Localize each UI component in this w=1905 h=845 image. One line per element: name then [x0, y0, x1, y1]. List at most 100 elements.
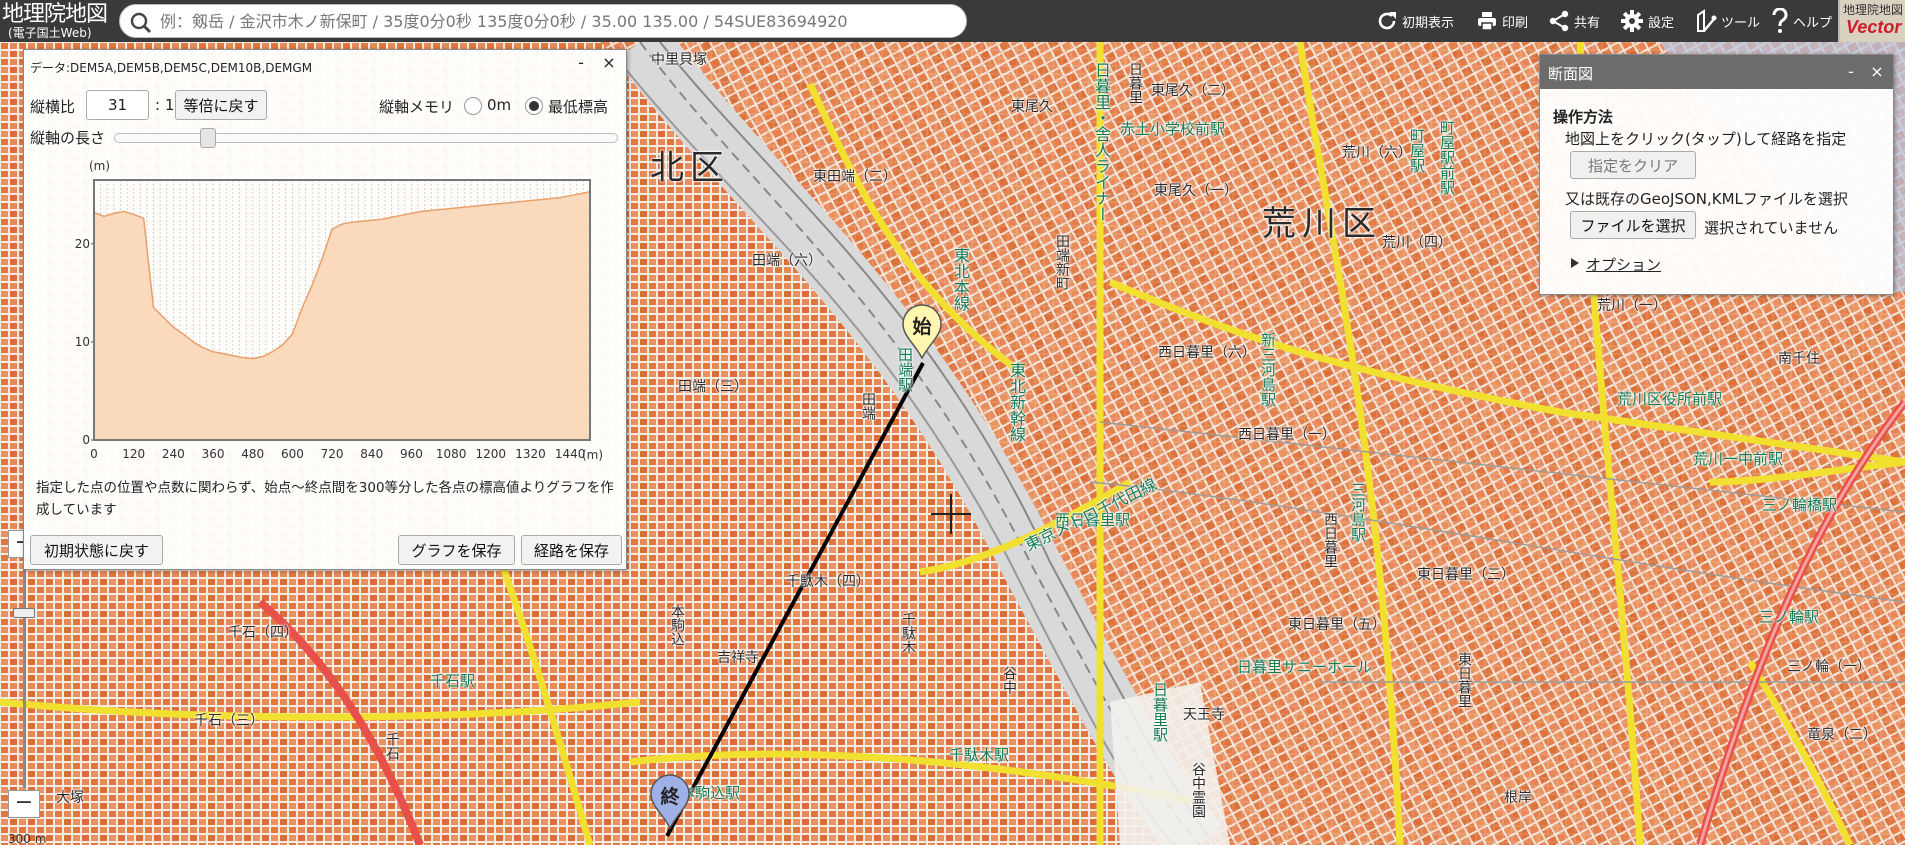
logo[interactable]: 地理院地図 (電子国土Web) [2, 2, 114, 40]
save-graph-button[interactable]: グラフを保存 [398, 535, 515, 565]
vector-badge-top: 地理院地図 [1843, 3, 1904, 17]
x-tick-label: 240 [162, 447, 185, 461]
start-marker[interactable]: 始 [901, 304, 943, 360]
map-label-tabata: 田端 [860, 392, 876, 420]
reset-state-button[interactable]: 初期状態に戻す [30, 535, 163, 565]
map-label-arakawa-4: 荒川（四） [1382, 235, 1452, 251]
x-tick-label: 840 [360, 447, 383, 461]
x-tick-label: 480 [241, 447, 264, 461]
map-label-toneri-liner: 日暮里・舎人ライナー [1092, 62, 1111, 222]
vector-map-link[interactable]: 地理院地図 Vector [1838, 0, 1905, 42]
map-label-machiya-ekimae: 町屋駅前駅 [1438, 120, 1456, 195]
vertical-length-slider[interactable] [114, 133, 618, 143]
x-tick-label: 360 [202, 447, 225, 461]
file-instruction: 又は既存のGeoJSON,KMLファイルを選択 [1565, 190, 1848, 208]
x-tick-label: 1320 [515, 447, 546, 461]
reset-view-button[interactable]: 初期表示 [1376, 7, 1454, 35]
map-label-nippori-station: 日暮里駅 [1151, 682, 1169, 742]
map-label-nakazato-kaizuka: 中里貝塚 [651, 52, 707, 68]
options-link[interactable]: オプション [1586, 254, 1661, 275]
expand-triangle-icon[interactable] [1570, 257, 1580, 269]
zoom-slider-track[interactable] [23, 560, 26, 788]
top-toolbar: 地理院地図 (電子国土Web) 初期表示 印刷 共有 [0, 0, 1905, 42]
map-label-higashioku-1: 東尾久（一） [1154, 183, 1238, 199]
map-label-nishinippori: 西日暮里 [1322, 512, 1338, 568]
map-label-minamisenju: 南千住 [1778, 351, 1820, 367]
map-label-arakawa: 荒川区 [1262, 204, 1382, 244]
map-label-tabata-6: 田端（六） [752, 253, 822, 269]
map-label-sendagi: 千駄木 [900, 612, 916, 654]
map-label-higashinippori-3: 東日暮里（三） [1417, 567, 1515, 583]
zero-base-radio[interactable] [464, 97, 482, 115]
map-label-nishinippori-1: 西日暮里（一） [1238, 427, 1336, 443]
chart-area [93, 191, 591, 440]
x-tick-label: 960 [400, 447, 423, 461]
min-elevation-label: 最低標高 [548, 98, 609, 116]
aspect-ratio-input[interactable] [86, 90, 149, 120]
cross-section-close-button[interactable]: × [1868, 63, 1886, 81]
map-label-honkomagome: 本駒込 [669, 604, 685, 646]
map-label-mikawashima-station: 三河島駅 [1349, 482, 1367, 542]
profile-close-button[interactable]: × [600, 54, 618, 72]
map-label-yanaka-cemetery: 谷中霊園 [1190, 762, 1206, 818]
map-label-higashioku-2: 東尾久（二） [1151, 83, 1235, 99]
vertical-scale-label: 縦軸メモリ [379, 98, 455, 116]
min-elevation-radio[interactable] [525, 97, 543, 115]
zoom-out-button[interactable]: − [8, 790, 40, 818]
reset-view-label: 初期表示 [1402, 15, 1455, 31]
share-label: 共有 [1574, 15, 1601, 31]
elevation-area [94, 191, 590, 440]
choose-file-button[interactable]: ファイルを選択 [1570, 211, 1696, 239]
share-button[interactable]: 共有 [1548, 7, 1600, 35]
end-marker[interactable]: 終 [649, 774, 691, 830]
vertical-length-thumb[interactable] [200, 128, 216, 148]
help-button[interactable]: ヘルプ [1771, 7, 1832, 35]
save-route-button[interactable]: 経路を保存 [521, 535, 622, 565]
search-input[interactable] [160, 10, 955, 32]
vector-badge-bottom: Vector [1846, 17, 1902, 37]
map-label-ryusen-2: 竜泉（二） [1807, 727, 1877, 743]
map-label-nishinippori-6: 西日暮里（六） [1158, 345, 1256, 361]
map-label-tohoku-line: 東北本線 [951, 247, 970, 311]
x-tick-label: 720 [321, 447, 344, 461]
cross-section-minimize-button[interactable]: - [1842, 63, 1860, 81]
map-label-arakawa-6: 荒川（六） [1342, 145, 1412, 161]
cross-section-titlebar[interactable]: 断面図 - × [1540, 55, 1893, 89]
profile-titlebar[interactable]: データ:DEM5A,DEM5B,DEM5C,DEM10B,DEMGM - × [24, 50, 626, 78]
print-button[interactable]: 印刷 [1476, 7, 1528, 35]
map-label-minowa-1: 三ノ輪（一） [1787, 659, 1871, 675]
reset-ratio-button[interactable]: 等倍に戻す [175, 90, 267, 120]
profile-note: 指定した点の位置や点数に関わらず、始点～終点間を300等分した各点の標高値よりグ… [36, 480, 614, 518]
map-label-minowa-station: 三ノ輪駅 [1759, 608, 1820, 626]
map-label-arakawa-kuyakusho-station: 荒川区役所前駅 [1617, 390, 1723, 408]
map-label-tabata-3: 田端（三） [678, 379, 748, 395]
map-label-sendagi-4: 千駄木（四） [786, 574, 870, 590]
map-label-tohoku-shinkansen: 東北新幹線 [1007, 362, 1026, 442]
profile-minimize-button[interactable]: - [572, 54, 590, 72]
map-label-sengoku-station: 千石駅 [430, 672, 476, 690]
click-instruction: 地図上をクリック(タップ)して経路を指定 [1565, 130, 1847, 148]
map-label-nippori: 日暮里 [1127, 62, 1143, 104]
settings-button[interactable]: 設定 [1620, 7, 1674, 35]
y-tick-label: 0 [82, 433, 90, 447]
logo-subtitle: (電子国土Web) [8, 26, 92, 40]
x-tick-label: 120 [122, 447, 145, 461]
map-label-nippori-sunny-hall: 日暮里サニーホール [1237, 658, 1373, 676]
map-center-crosshair [931, 494, 971, 534]
search-box[interactable] [119, 4, 967, 38]
y-tick-label: 20 [75, 237, 90, 251]
logo-title: 地理院地図 [2, 2, 108, 27]
tools-button[interactable]: ツール [1695, 7, 1760, 35]
map-label-negishi: 根岸 [1504, 790, 1532, 806]
help-icon [1772, 8, 1788, 33]
cross-section-panel: 断面図 - × 操作方法 地図上をクリック(タップ)して経路を指定 指定をクリア… [1539, 54, 1894, 295]
tool-icon [1697, 9, 1717, 32]
help-label: ヘルプ [1793, 15, 1833, 31]
reset-icon [1378, 12, 1396, 30]
gear-icon [1621, 10, 1643, 32]
clear-selection-button[interactable]: 指定をクリア [1570, 151, 1696, 179]
map-label-arakawa-1: 荒川（一） [1597, 298, 1667, 314]
zoom-slider-thumb[interactable] [13, 608, 35, 618]
map-label-higashinippori: 東日暮里 [1456, 652, 1472, 708]
search-icon [130, 12, 152, 34]
